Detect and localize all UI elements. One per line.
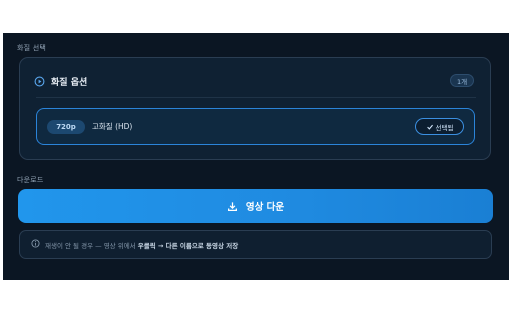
- download-section-label: 다운로드: [17, 176, 44, 184]
- notice-text: 재생이 안 될 경우 — 영상 위에서 우클릭 → 다른 이름으로 동영상 저장: [45, 240, 238, 250]
- download-icon: [227, 201, 237, 211]
- play-circle-icon: [34, 76, 45, 86]
- notice-emphasis: 우클릭 → 다른 이름으로 동영상 저장: [137, 242, 239, 250]
- download-video-button[interactable]: 영상 다운: [18, 189, 493, 223]
- card-title-text: 화질 옵션: [51, 77, 88, 88]
- info-icon: [31, 239, 40, 248]
- check-icon: [426, 124, 433, 130]
- option-count-badge: 1개: [450, 74, 474, 87]
- card-divider: [36, 97, 476, 98]
- selected-badge: 선택됨: [415, 118, 464, 135]
- card-title: 화질 옵션: [34, 74, 87, 88]
- selected-label: 선택됨: [435, 123, 454, 132]
- quality-label: 고화질 (HD): [92, 122, 133, 131]
- quality-section-label: 화질 선택: [17, 44, 46, 52]
- resolution-chip: 720p: [47, 120, 85, 134]
- download-button-label: 영상 다운: [245, 202, 285, 213]
- notice-prefix: 재생이 안 될 경우 — 영상 위에서: [45, 242, 138, 250]
